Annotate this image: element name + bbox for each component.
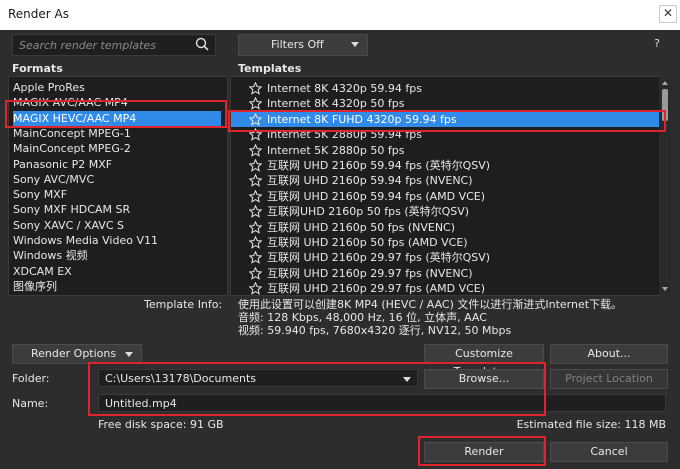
highlight-box-render: [418, 436, 546, 466]
estimated-file-size: Estimated file size: 118 MB: [516, 418, 666, 431]
star-icon[interactable]: [249, 220, 262, 234]
format-item[interactable]: Sony AVC/MVC: [13, 172, 221, 187]
highlight-box-template: [228, 110, 666, 132]
star-icon[interactable]: [249, 282, 262, 295]
template-label: 互联网 UHD 2160p 59.94 fps (NVENC): [267, 174, 473, 188]
template-item[interactable]: 互联网 UHD 2160p 29.97 fps (NVENC): [231, 266, 659, 281]
template-label: 互联网UHD 2160p 50 fps (英特尔QSV): [267, 205, 470, 219]
template-label: 互联网 UHD 2160p 29.97 fps (英特尔QSV): [267, 251, 491, 265]
format-item[interactable]: Panasonic P2 MXF: [13, 157, 221, 172]
format-item[interactable]: XDCAM EX: [13, 264, 221, 279]
chevron-down-icon: [125, 352, 133, 357]
customize-template-button[interactable]: Customize Template...: [424, 344, 544, 378]
filters-dropdown[interactable]: Filters Off: [238, 34, 368, 56]
template-item[interactable]: 互联网UHD 2160p 50 fps (英特尔QSV): [231, 204, 659, 219]
highlight-box-output: [88, 362, 546, 416]
template-item[interactable]: 互联网 UHD 2160p 59.94 fps (NVENC): [231, 173, 659, 188]
template-item[interactable]: 互联网 UHD 2160p 50 fps (NVENC): [231, 220, 659, 235]
search-input[interactable]: [19, 37, 189, 53]
template-label: 互联网 UHD 2160p 59.94 fps (英特尔QSV): [267, 159, 491, 172]
chevron-down-icon: [351, 42, 359, 47]
format-item[interactable]: Windows Media Video V11: [13, 233, 221, 248]
format-item[interactable]: 图像序列: [13, 279, 221, 294]
template-label: 互联网 UHD 2160p 50 fps (NVENC): [267, 220, 456, 234]
dialog-title: Render As: [8, 7, 69, 21]
template-label: 互联网 UHD 2160p 59.94 fps (AMD VCE): [267, 189, 486, 203]
format-item[interactable]: MainConcept MPEG-2: [13, 141, 221, 156]
cancel-button[interactable]: Cancel: [550, 442, 668, 462]
about-button[interactable]: About...: [550, 344, 668, 364]
format-item[interactable]: Sony XAVC / XAVC S: [13, 218, 221, 233]
star-icon[interactable]: [249, 82, 262, 95]
format-item[interactable]: Apple ProRes: [13, 80, 221, 95]
format-item[interactable]: Sony MXF HDCAM SR: [13, 202, 221, 217]
formats-header: Formats: [12, 62, 63, 75]
title-bar: Render As ✕: [0, 0, 680, 30]
search-box[interactable]: [12, 34, 216, 56]
template-item[interactable]: 互联网 UHD 2160p 29.97 fps (英特尔QSV): [231, 250, 659, 265]
star-icon[interactable]: [249, 189, 262, 203]
name-label: Name:: [12, 397, 49, 410]
star-icon[interactable]: [249, 97, 262, 111]
template-label: 互联网 UHD 2160p 29.97 fps (AMD VCE): [267, 282, 486, 296]
template-info-label: Template Info:: [144, 298, 223, 311]
render-options-button[interactable]: Render Options: [12, 344, 142, 364]
filters-label: Filters Off: [271, 38, 324, 51]
help-button[interactable]: ?: [654, 37, 660, 50]
template-info-line: 视频: 59.940 fps, 7680x4320 逐行, NV12, 50 M…: [238, 324, 512, 337]
templates-list: Internet 8K 4320p 59.94 fps Internet 8K 4…: [230, 76, 671, 296]
highlight-box-format: [5, 100, 227, 128]
star-icon[interactable]: [249, 205, 262, 218]
star-icon[interactable]: [249, 236, 262, 249]
format-item[interactable]: MainConcept MPEG-1: [13, 126, 221, 141]
star-icon[interactable]: [249, 266, 262, 280]
star-icon[interactable]: [249, 251, 262, 265]
scroll-up-icon[interactable]: [662, 81, 668, 85]
close-button[interactable]: ✕: [659, 5, 677, 23]
template-label: 互联网 UHD 2160p 29.97 fps (NVENC): [267, 266, 473, 280]
template-info-text: 使用此设置可以创建8K MP4 (HEVC / AAC) 文件以进行渐进式Int…: [238, 298, 658, 337]
format-item[interactable]: Sony MXF: [13, 187, 221, 202]
free-disk-space: Free disk space: 91 GB: [98, 418, 224, 431]
template-info-line: 使用此设置可以创建8K MP4 (HEVC / AAC) 文件以进行渐进式Int…: [238, 298, 623, 311]
template-label: 互联网 UHD 2160p 50 fps (AMD VCE): [267, 236, 468, 249]
search-icon[interactable]: [195, 37, 209, 51]
template-item[interactable]: 互联网 UHD 2160p 29.97 fps (AMD VCE): [231, 281, 659, 296]
star-icon[interactable]: [249, 143, 262, 157]
template-label: Internet 8K 4320p 59.94 fps: [267, 82, 422, 95]
scroll-down-icon[interactable]: [662, 287, 668, 291]
folder-label: Folder:: [12, 372, 50, 385]
template-item[interactable]: 互联网 UHD 2160p 59.94 fps (AMD VCE): [231, 189, 659, 204]
template-item[interactable]: Internet 5K 2880p 50 fps: [231, 143, 659, 158]
template-label: Internet 5K 2880p 50 fps: [267, 143, 405, 157]
format-item[interactable]: Windows 视频: [13, 248, 221, 263]
star-icon[interactable]: [249, 159, 262, 172]
render-as-dialog: Render As ✕ Filters Off ? Formats Templa…: [0, 0, 680, 469]
render-options-label: Render Options: [31, 347, 117, 360]
template-item[interactable]: 互联网 UHD 2160p 50 fps (AMD VCE): [231, 235, 659, 250]
template-info-line: 音频: 128 Kbps, 48,000 Hz, 16 位, 立体声, AAC: [238, 311, 487, 324]
project-location-button[interactable]: Project Location: [550, 369, 668, 389]
star-icon[interactable]: [249, 174, 262, 188]
template-item[interactable]: 互联网 UHD 2160p 59.94 fps (英特尔QSV): [231, 158, 659, 173]
templates-header: Templates: [238, 62, 302, 75]
template-item[interactable]: Internet 8K 4320p 59.94 fps: [231, 81, 659, 96]
